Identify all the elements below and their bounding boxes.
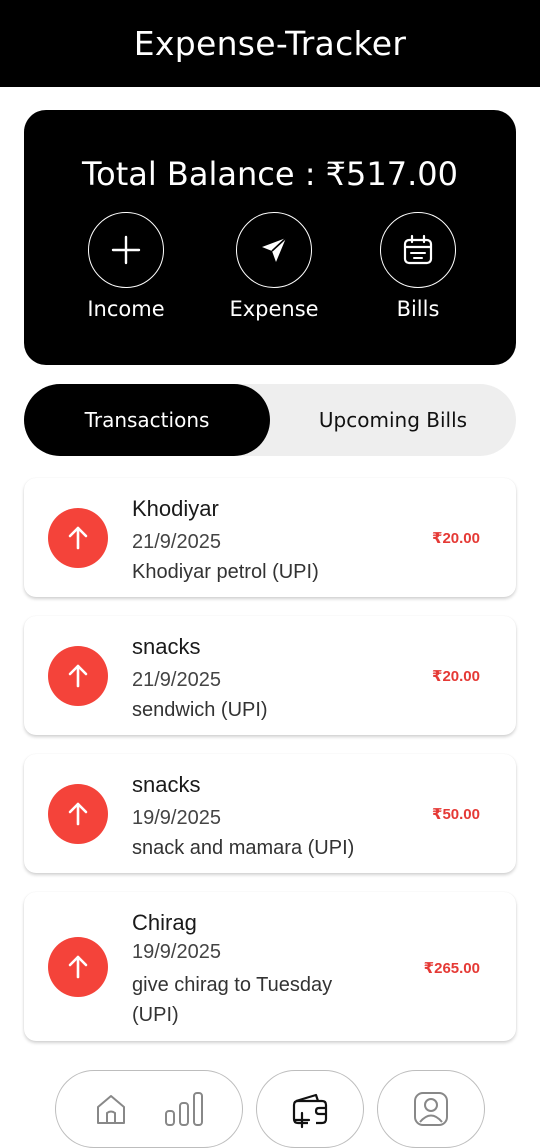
- transaction-card[interactable]: Khodiyar 21/9/2025 Khodiyar petrol (UPI)…: [24, 478, 516, 597]
- transaction-note: sendwich (UPI): [132, 699, 268, 721]
- income-circle[interactable]: [88, 212, 164, 288]
- transaction-note: snack and mamara (UPI): [132, 837, 355, 859]
- tab-bar: Transactions Upcoming Bills: [24, 384, 516, 456]
- bottom-nav-left: [55, 1070, 243, 1148]
- arrow-up-icon: [68, 664, 88, 688]
- home-icon: [97, 1095, 125, 1124]
- bottom-nav-right: [377, 1070, 485, 1148]
- nav-profile-button[interactable]: [411, 1089, 451, 1129]
- expense-badge: [48, 646, 108, 706]
- app-title: Expense-Tracker: [133, 24, 407, 63]
- transaction-title: Chirag: [132, 910, 197, 935]
- expense-badge: [48, 508, 108, 568]
- arrow-up-icon: [68, 955, 88, 979]
- transaction-card[interactable]: snacks 19/9/2025 snack and mamara (UPI) …: [24, 754, 516, 873]
- plus-icon: [111, 235, 141, 265]
- transaction-date: 19/9/2025: [132, 941, 221, 963]
- transaction-date: 19/9/2025: [132, 807, 221, 829]
- transaction-note: Khodiyar petrol (UPI): [132, 561, 319, 583]
- bills-circle[interactable]: [380, 212, 456, 288]
- income-label: Income: [87, 297, 165, 321]
- transaction-title: snacks: [132, 634, 201, 659]
- bills-label: Bills: [396, 297, 440, 321]
- add-wallet-icon: [292, 1093, 328, 1129]
- profile-icon: [414, 1092, 448, 1126]
- bills-button[interactable]: Bills: [353, 212, 483, 321]
- transaction-card[interactable]: snacks 21/9/2025 sendwich (UPI) ₹20.00: [24, 616, 516, 735]
- transaction-amount: ₹50.00: [432, 806, 480, 823]
- expense-label: Expense: [229, 297, 319, 321]
- transaction-title: Khodiyar: [132, 496, 219, 521]
- transaction-amount: ₹20.00: [432, 668, 480, 685]
- expense-badge: [48, 937, 108, 997]
- transaction-date: 21/9/2025: [132, 669, 221, 691]
- transaction-amount: ₹20.00: [432, 530, 480, 547]
- stats-icon: [165, 1092, 203, 1126]
- expense-badge: [48, 784, 108, 844]
- total-balance: Total Balance : ₹517.00: [82, 155, 458, 193]
- nav-add-transaction-button[interactable]: [288, 1087, 332, 1131]
- transaction-note: give chirag to Tuesday (UPI): [132, 974, 333, 1026]
- bottom-nav-center: [256, 1070, 364, 1148]
- expense-circle[interactable]: [236, 212, 312, 288]
- tab-transactions[interactable]: Transactions: [24, 384, 270, 456]
- transaction-date: 21/9/2025: [132, 531, 221, 553]
- send-icon: [262, 237, 287, 262]
- income-button[interactable]: Income: [61, 212, 191, 321]
- calendar-icon: [403, 234, 433, 265]
- nav-home-button[interactable]: [92, 1090, 130, 1128]
- arrow-up-icon: [68, 526, 88, 550]
- nav-stats-button[interactable]: [162, 1087, 206, 1131]
- transaction-title: snacks: [132, 772, 201, 797]
- transaction-amount: ₹265.00: [423, 960, 480, 977]
- app-bar: Expense-Tracker: [0, 0, 540, 87]
- tab-upcoming-bills[interactable]: Upcoming Bills: [270, 384, 516, 456]
- transaction-card[interactable]: Chirag 19/9/2025 give chirag to Tuesday …: [24, 892, 516, 1041]
- expense-button[interactable]: Expense: [209, 212, 339, 321]
- arrow-up-icon: [68, 802, 88, 826]
